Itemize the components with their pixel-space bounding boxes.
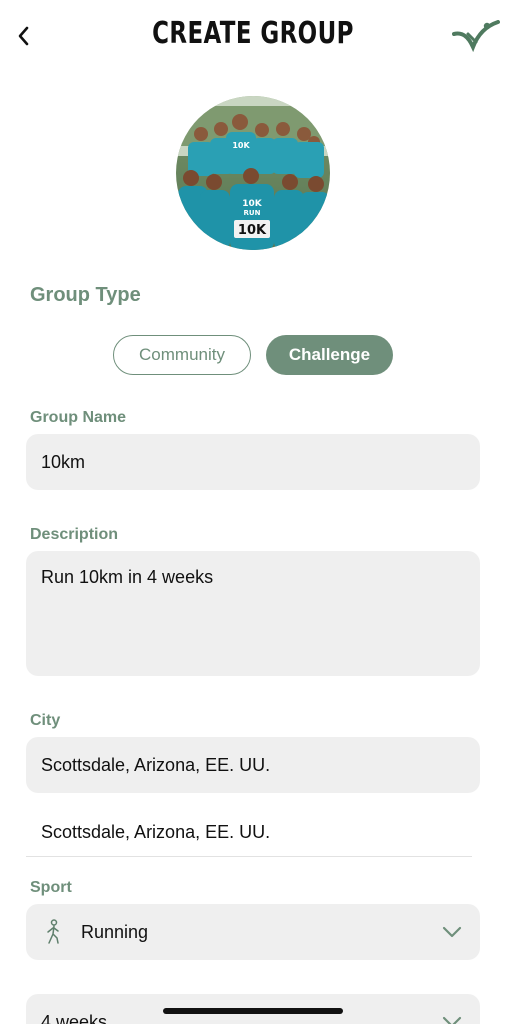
sport-value: Running xyxy=(81,921,149,942)
group-name-value: 10km xyxy=(41,451,86,472)
community-option-button[interactable]: Community xyxy=(113,335,251,375)
duration-value: 4 weeks xyxy=(41,1011,108,1024)
city-value: Scottsdale, Arizona, EE. UU. xyxy=(41,754,271,775)
challenge-option-button[interactable]: Challenge xyxy=(266,335,393,375)
city-label: City xyxy=(30,712,61,729)
city-suggestion-label: Scottsdale, Arizona, EE. UU. xyxy=(41,821,271,842)
chevron-left-icon xyxy=(18,26,29,46)
bib-number: 10K xyxy=(238,223,267,238)
chevron-down-icon xyxy=(442,1016,462,1024)
city-suggestion-item[interactable]: Scottsdale, Arizona, EE. UU. xyxy=(26,808,472,857)
city-input[interactable]: Scottsdale, Arizona, EE. UU. xyxy=(26,737,480,793)
group-name-input[interactable]: 10km xyxy=(26,434,480,490)
chevron-down-icon xyxy=(442,926,462,938)
walking-person-icon xyxy=(47,919,59,944)
svg-text:10K: 10K xyxy=(242,199,263,209)
header: CREATE GROUP xyxy=(0,0,506,72)
svg-text:RUN: RUN xyxy=(244,209,261,217)
description-label: Description xyxy=(30,526,119,543)
back-button[interactable] xyxy=(12,22,36,50)
sport-label: Sport xyxy=(30,879,72,896)
description-textarea[interactable]: Run 10km in 4 weeks xyxy=(26,551,480,676)
group-name-label: Group Name xyxy=(30,409,127,426)
group-type-title: Group Type xyxy=(30,284,141,306)
group-photo: 10K 10K RUN 10K xyxy=(176,96,330,250)
description-value: Run 10km in 4 weeks xyxy=(41,567,214,587)
check-logo-icon xyxy=(452,20,500,53)
page-title: CREATE GROUP xyxy=(152,16,354,51)
svg-text:10K: 10K xyxy=(232,141,250,150)
group-avatar[interactable]: 10K 10K RUN 10K xyxy=(176,96,330,250)
sport-select[interactable]: Running xyxy=(26,904,480,960)
home-indicator xyxy=(163,1008,343,1014)
